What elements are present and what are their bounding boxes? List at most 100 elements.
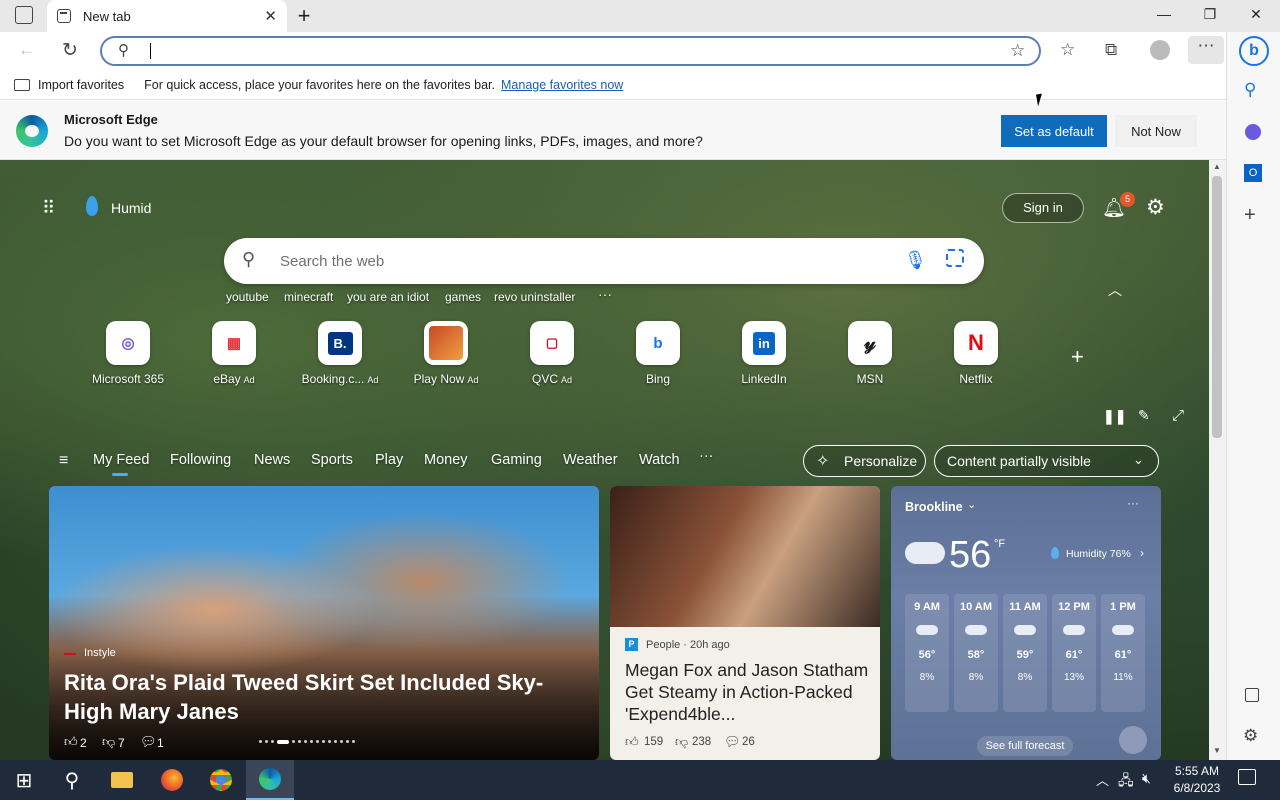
search-icon[interactable]: ⚲	[48, 760, 96, 800]
new-tab-button[interactable]: +	[294, 3, 314, 29]
tab-following[interactable]: Following	[170, 452, 231, 468]
more-suggestions-icon[interactable]: ···	[598, 286, 612, 302]
sign-in-button[interactable]: Sign in	[1002, 193, 1084, 223]
add-site-icon[interactable]: +	[1071, 344, 1084, 370]
set-as-default-button[interactable]: Set as default	[1001, 115, 1107, 147]
scrollbar-thumb[interactable]	[1212, 176, 1222, 438]
profile-avatar[interactable]	[1150, 40, 1170, 60]
add-favorite-icon[interactable]: ☆	[1010, 41, 1025, 61]
tab-actions-icon[interactable]	[15, 6, 33, 24]
apps-launcher-icon[interactable]: ⠿	[42, 198, 55, 219]
tab-watch[interactable]: Watch	[639, 452, 680, 468]
network-icon[interactable]: 🖧︎	[1118, 770, 1134, 794]
office-icon[interactable]	[1245, 124, 1261, 140]
clock-date[interactable]: 6/8/2023	[1170, 781, 1224, 795]
quick-link-bing[interactable]: b Bing	[608, 321, 708, 386]
news-card-featured[interactable]: Instyle Rita Ora's Plaid Tweed Skirt Set…	[49, 486, 599, 760]
collapse-chevron-icon[interactable]: ︿	[1108, 280, 1122, 300]
outlook-icon[interactable]: O	[1244, 164, 1262, 182]
card-headline[interactable]: Rita Ora's Plaid Tweed Skirt Set Include…	[64, 668, 574, 726]
pause-background-icon[interactable]: ❚❚	[1103, 408, 1126, 425]
start-windows-icon[interactable]: ⊞	[0, 760, 48, 800]
chevron-right-icon[interactable]: ›	[1140, 546, 1144, 560]
suggestion-item[interactable]: you are an idiot	[347, 290, 429, 304]
search-icon[interactable]: ⚲	[1244, 80, 1256, 100]
weather-location[interactable]: Brookline	[905, 500, 963, 514]
sidebar-settings-icon[interactable]: ⚙	[1243, 726, 1258, 746]
hide-sidebar-icon[interactable]	[1245, 688, 1259, 702]
quick-link-booking[interactable]: B. Booking.c... Ad	[290, 321, 390, 386]
weather-card[interactable]: Brookline ⌄ ··· 56 °F Humidity 76% › 9 A…	[891, 486, 1161, 760]
quick-link-microsoft-365[interactable]: ◎ Microsoft 365	[78, 321, 178, 386]
chevron-down-icon[interactable]: ⌄	[967, 498, 976, 511]
not-now-button[interactable]: Not Now	[1115, 115, 1197, 147]
tab-gaming[interactable]: Gaming	[491, 452, 542, 468]
tab-sports[interactable]: Sports	[311, 452, 353, 468]
minimize-button[interactable]: —	[1154, 6, 1174, 22]
personalize-button[interactable]: ✧ Personalize	[803, 445, 926, 477]
suggestion-item[interactable]: revo uninstaller	[494, 290, 575, 304]
page-settings-gear-icon[interactable]: ⚙	[1146, 195, 1165, 220]
card-headline[interactable]: Megan Fox and Jason Statham Get Steamy i…	[625, 659, 870, 725]
humidity-value[interactable]: Humidity 76%	[1066, 548, 1131, 560]
close-tab-icon[interactable]: ✕	[264, 7, 277, 25]
suggestion-item[interactable]: games	[445, 290, 481, 304]
page-scrollbar[interactable]: ▲ ▼	[1209, 160, 1226, 760]
quick-link-msn[interactable]: 𝓎 MSN	[820, 321, 920, 386]
settings-more-icon[interactable]: ⋯	[1188, 36, 1224, 64]
manage-favorites-link[interactable]: Manage favorites now	[501, 78, 623, 92]
weather-map-icon[interactable]	[1119, 726, 1147, 754]
visual-search-icon[interactable]	[946, 249, 964, 267]
like-icon[interactable]: 👍︎	[64, 734, 78, 750]
voice-search-icon[interactable]: 🎙︎	[904, 250, 927, 271]
scroll-up-icon[interactable]: ▲	[1213, 162, 1221, 171]
dislike-icon[interactable]: 👎︎	[675, 734, 688, 750]
restore-button[interactable]: ❐	[1200, 6, 1220, 23]
quick-link-ebay[interactable]: ▦ eBay Ad	[184, 321, 284, 386]
feed-menu-icon[interactable]: ≡	[59, 452, 68, 470]
tab-news[interactable]: News	[254, 452, 290, 468]
firefox-icon[interactable]	[148, 760, 196, 800]
expand-icon[interactable]: ⤢	[1172, 407, 1184, 424]
comment-icon[interactable]: 💬︎	[140, 734, 157, 750]
close-window-button[interactable]: ✕	[1246, 6, 1266, 23]
see-full-forecast-button[interactable]: See full forecast	[977, 736, 1073, 756]
notifications-icon[interactable]	[1238, 769, 1256, 785]
chrome-icon[interactable]	[197, 760, 245, 800]
collections-icon[interactable]: ⧉	[1105, 40, 1117, 60]
web-search-box[interactable]: ⚲ Search the web 🎙︎	[224, 238, 984, 284]
quick-link-play-now[interactable]: Play Now Ad	[396, 321, 496, 386]
carousel-dots[interactable]	[259, 740, 389, 744]
tab-my-feed[interactable]: My Feed	[93, 452, 149, 468]
quick-link-netflix[interactable]: N Netflix	[926, 321, 1026, 386]
favorites-icon[interactable]: ☆	[1060, 40, 1075, 60]
tab-play[interactable]: Play	[375, 452, 403, 468]
quick-link-qvc[interactable]: ▢ QVC Ad	[502, 321, 602, 386]
tab-weather[interactable]: Weather	[563, 452, 618, 468]
clock-time[interactable]: 5:55 AM	[1172, 764, 1222, 778]
suggestion-item[interactable]: minecraft	[284, 290, 333, 304]
back-button[interactable]: ←	[18, 40, 35, 60]
address-bar[interactable]: ⚲ ☆	[100, 36, 1041, 66]
tab-money[interactable]: Money	[424, 452, 468, 468]
temperature-unit[interactable]: °F	[994, 538, 1005, 550]
refresh-button[interactable]: ↻	[62, 39, 78, 62]
add-sidebar-icon[interactable]: +	[1244, 204, 1256, 227]
comment-icon[interactable]: 💬︎	[724, 734, 741, 750]
bing-chat-icon[interactable]: b	[1239, 36, 1269, 66]
dislike-icon[interactable]: 👎︎	[102, 734, 115, 750]
show-hidden-icons[interactable]: ︿	[1096, 770, 1109, 789]
more-tabs-icon[interactable]: ···	[699, 448, 714, 464]
content-visibility-dropdown[interactable]: Content partially visible ⌄	[934, 445, 1159, 477]
more-options-icon[interactable]: ···	[1127, 496, 1139, 510]
file-explorer-icon[interactable]	[98, 760, 146, 800]
like-icon[interactable]: 👍︎	[625, 734, 639, 750]
tab-new-tab[interactable]: New tab ✕	[47, 0, 287, 32]
weather-label[interactable]: Humid	[111, 200, 151, 216]
edit-background-icon[interactable]: ✎	[1138, 407, 1150, 424]
scroll-down-icon[interactable]: ▼	[1213, 746, 1221, 755]
import-favorites-button[interactable]: Import favorites	[38, 78, 124, 92]
edge-taskbar-icon[interactable]	[246, 760, 294, 800]
news-card[interactable]: P People · 20h ago Megan Fox and Jason S…	[610, 486, 880, 760]
volume-muted-icon[interactable]: 🔇︎	[1142, 770, 1151, 787]
